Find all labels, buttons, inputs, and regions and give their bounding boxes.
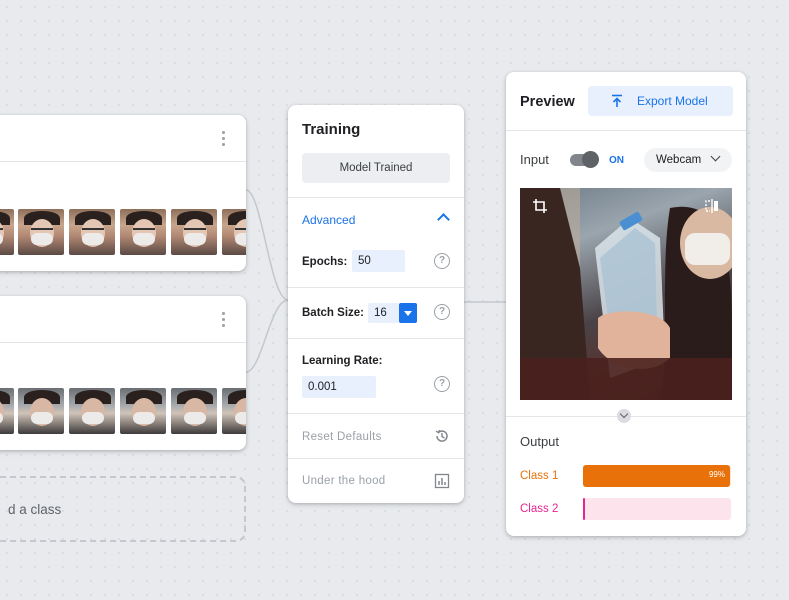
training-title: Training — [302, 121, 361, 138]
class-1-percent: 99% — [708, 470, 725, 479]
under-the-hood-button[interactable]: Under the hood — [302, 475, 385, 487]
sample-thumbnail — [69, 209, 115, 255]
class-2-confidence-fill — [583, 498, 586, 520]
webcam-preview — [520, 188, 732, 400]
sample-thumbnail — [69, 388, 115, 434]
kebab-icon[interactable] — [222, 131, 226, 149]
class-card-header — [0, 296, 246, 343]
sample-thumbnail — [18, 209, 64, 255]
sample-thumbnail — [0, 388, 14, 434]
sample-thumbnails — [0, 388, 246, 434]
train-model-button[interactable]: Model Trained — [302, 153, 450, 183]
chevron-down-icon — [710, 151, 721, 162]
class-2-label: Class 2 — [520, 503, 559, 515]
sample-thumbnails — [0, 209, 246, 255]
learning-rate-label: Learning Rate: — [302, 355, 383, 367]
add-class-button[interactable]: d a class — [0, 476, 246, 542]
input-label: Input — [520, 152, 549, 167]
sample-thumbnail — [18, 388, 64, 434]
export-model-button[interactable]: Export Model — [588, 86, 733, 116]
arrow-down-icon[interactable] — [617, 409, 631, 423]
add-class-label: d a class — [8, 502, 62, 517]
flip-icon[interactable] — [704, 198, 720, 214]
help-icon[interactable]: ? — [434, 376, 450, 392]
preview-title: Preview — [520, 94, 575, 110]
kebab-icon[interactable] — [222, 312, 226, 330]
sample-thumbnail — [222, 209, 246, 255]
help-icon[interactable]: ? — [434, 304, 450, 320]
divider — [288, 413, 464, 414]
sample-thumbnail — [171, 388, 217, 434]
class-2-confidence-bar — [583, 498, 731, 520]
epochs-label: Epochs: — [302, 256, 348, 268]
input-source-select[interactable]: Webcam — [644, 148, 732, 172]
class-1-confidence-fill — [583, 465, 730, 487]
reset-defaults-button[interactable]: Reset Defaults — [302, 431, 382, 443]
divider — [288, 458, 464, 459]
webcam-scene — [520, 188, 732, 400]
epochs-input[interactable] — [352, 250, 405, 272]
sample-thumbnail — [171, 209, 217, 255]
history-icon[interactable] — [434, 428, 450, 444]
sample-thumbnail — [0, 209, 14, 255]
crop-icon[interactable] — [532, 198, 548, 214]
class-card-header — [0, 115, 246, 162]
divider — [288, 287, 464, 288]
dropdown-icon[interactable] — [399, 303, 417, 323]
class-card-2 — [0, 296, 246, 450]
sample-thumbnail — [120, 209, 166, 255]
export-model-label: Export Model — [637, 94, 708, 108]
chart-icon[interactable] — [434, 473, 450, 489]
class-1-label: Class 1 — [520, 470, 559, 482]
class-1-confidence-bar: 99% — [583, 465, 731, 487]
divider — [288, 338, 464, 339]
input-source-value: Webcam — [656, 154, 702, 166]
divider — [506, 130, 746, 131]
toggle-state-label: ON — [609, 155, 624, 166]
help-icon[interactable]: ? — [434, 253, 450, 269]
output-label: Output — [520, 434, 560, 449]
upload-icon — [612, 94, 622, 107]
class-card-1 — [0, 115, 246, 271]
input-toggle[interactable] — [570, 151, 599, 168]
advanced-toggle-label[interactable]: Advanced — [302, 213, 355, 227]
batch-size-select[interactable]: 16 — [368, 303, 399, 323]
batch-size-label: Batch Size: — [302, 307, 364, 319]
chevron-up-icon[interactable] — [437, 213, 450, 226]
sample-thumbnail — [222, 388, 246, 434]
divider — [288, 197, 464, 198]
preview-panel: Preview Export Model Input ON Webcam Out… — [506, 72, 746, 536]
training-panel: Training Model Trained Advanced Epochs: … — [288, 105, 464, 503]
sample-thumbnail — [120, 388, 166, 434]
learning-rate-input[interactable] — [302, 376, 376, 398]
